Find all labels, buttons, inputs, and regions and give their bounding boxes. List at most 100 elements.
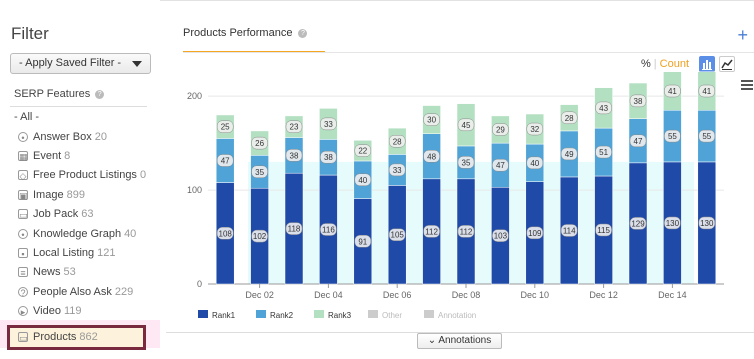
legend-swatch [256,310,266,318]
filter-item-count: 121 [97,247,116,260]
filter-item-count: 53 [63,266,76,279]
filter-item-count: 0 [139,169,147,182]
filter-item[interactable]: ▭ Products 862 [7,324,146,350]
help-icon[interactable]: ? [95,90,105,99]
filter-item-label: News [33,266,61,279]
filter-item-label: Local Listing [33,247,95,260]
filter-item[interactable]: ▸ Video 119 [18,302,146,321]
data-label: 41 [668,87,677,96]
legend-label: Other [382,311,402,320]
data-label: 47 [496,161,505,170]
data-label: 33 [393,166,402,175]
serp-feature-list: • Answer Box 20 ▦ Event 8 ◇ Free Product Listin… [7,127,146,350]
serp-features-title: SERP Features? [14,88,105,100]
filter-title: Filter [11,24,49,43]
data-label: 29 [496,126,505,135]
filter-item-all[interactable]: - All - [14,111,39,123]
filter-item[interactable]: ▭ Job Pack 63 [18,205,146,224]
x-tick-label: Dec 02 [245,290,274,300]
data-label: 108 [219,229,233,238]
data-label: 55 [668,132,677,141]
data-label: 32 [530,125,539,134]
x-tick-label: Dec 06 [383,290,412,300]
data-label: 25 [221,123,230,132]
annotations-button[interactable]: ⌄ Annotations [417,333,502,349]
section-divider [10,106,147,107]
filter-item-label: Job Pack [33,208,79,221]
y-tick-label: 100 [187,185,202,195]
data-label: 47 [221,157,230,166]
data-label: 105 [391,231,405,240]
data-label: 45 [462,121,471,130]
legend-label: Rank2 [270,311,294,320]
filter-item-label: People Also Ask [33,285,112,298]
data-label: 43 [599,104,608,113]
pin-icon: ▪ [18,248,28,259]
filter-item-count: 20 [94,130,107,143]
filter-item-label: Products [33,331,77,344]
legend-label: Annotation [438,311,476,320]
product-icon: ▭ [18,332,28,344]
filter-item-count: 229 [114,285,134,298]
filter-item-count: 119 [63,305,82,318]
annotations-label: Annotations [438,335,492,346]
filter-item[interactable]: ◇ Free Product Listings 0 [18,166,146,185]
saved-filter-label: - Apply Saved Filter - [19,57,122,69]
data-label: 102 [253,232,267,241]
legend-label: Rank1 [212,311,236,320]
data-label: 114 [563,226,576,235]
filter-item[interactable]: ≡ News 53 [18,263,146,282]
data-label: 55 [702,132,711,141]
data-label: 112 [460,227,473,236]
briefcase-icon: ▭ [18,209,28,221]
filter-item-label: Event [33,150,62,163]
data-label: 115 [597,226,610,235]
filter-item-count: 40 [124,227,137,240]
image-icon: ▣ [18,189,28,201]
data-label: 28 [565,114,574,123]
filter-item[interactable]: ? People Also Ask 229 [18,282,146,301]
data-label: 47 [634,137,643,146]
legend-swatch [368,310,378,318]
data-label: 38 [290,151,299,160]
filter-item[interactable]: ▣ Image 899 [18,185,146,204]
filter-item-count: 8 [64,150,71,163]
main-panel: Products Performance? + % | Count 0 100 200 1… [166,8,754,359]
data-label: 40 [530,159,539,168]
filter-item-count: 63 [81,208,94,221]
filter-item-label: Video [33,305,61,318]
data-label: 130 [700,219,714,228]
data-label: 51 [599,148,608,157]
filter-item-label: Image [33,188,64,201]
chat-bubble-icon: • [18,228,28,240]
data-label: 38 [324,153,333,162]
data-label: 40 [358,176,367,185]
x-tick-label: Dec 14 [658,290,687,300]
data-label: 112 [425,227,438,236]
filter-item[interactable]: ▪ Local Listing 121 [18,243,146,262]
y-tick-label: 0 [197,279,202,289]
filter-item[interactable]: • Knowledge Graph 40 [18,224,146,243]
filter-item-label: Knowledge Graph [33,227,122,240]
data-label: 118 [288,225,301,234]
data-label: 26 [255,139,264,148]
apply-saved-filter-dropdown[interactable]: - Apply Saved Filter - [10,53,151,74]
data-label: 130 [666,219,680,228]
question-icon: ? [18,286,28,298]
data-label: 35 [255,168,264,177]
data-label: 91 [358,237,367,246]
serp-features-label: SERP Features [14,88,91,100]
data-label: 103 [494,232,508,241]
filter-item-label: Free Product Listings [33,169,137,182]
legend-swatch [424,310,434,318]
data-label: 48 [427,152,436,161]
y-tick-label: 200 [187,91,202,101]
data-label: 109 [528,229,542,238]
filter-item[interactable]: ▦ Event 8 [18,146,146,165]
comment-icon: • [18,131,28,143]
data-label: 22 [358,147,367,156]
filter-item[interactable]: • Answer Box 20 [18,127,146,146]
filter-item-count: 862 [79,331,98,344]
filter-item-count: 899 [66,188,85,201]
chevron-down-icon [132,61,142,67]
